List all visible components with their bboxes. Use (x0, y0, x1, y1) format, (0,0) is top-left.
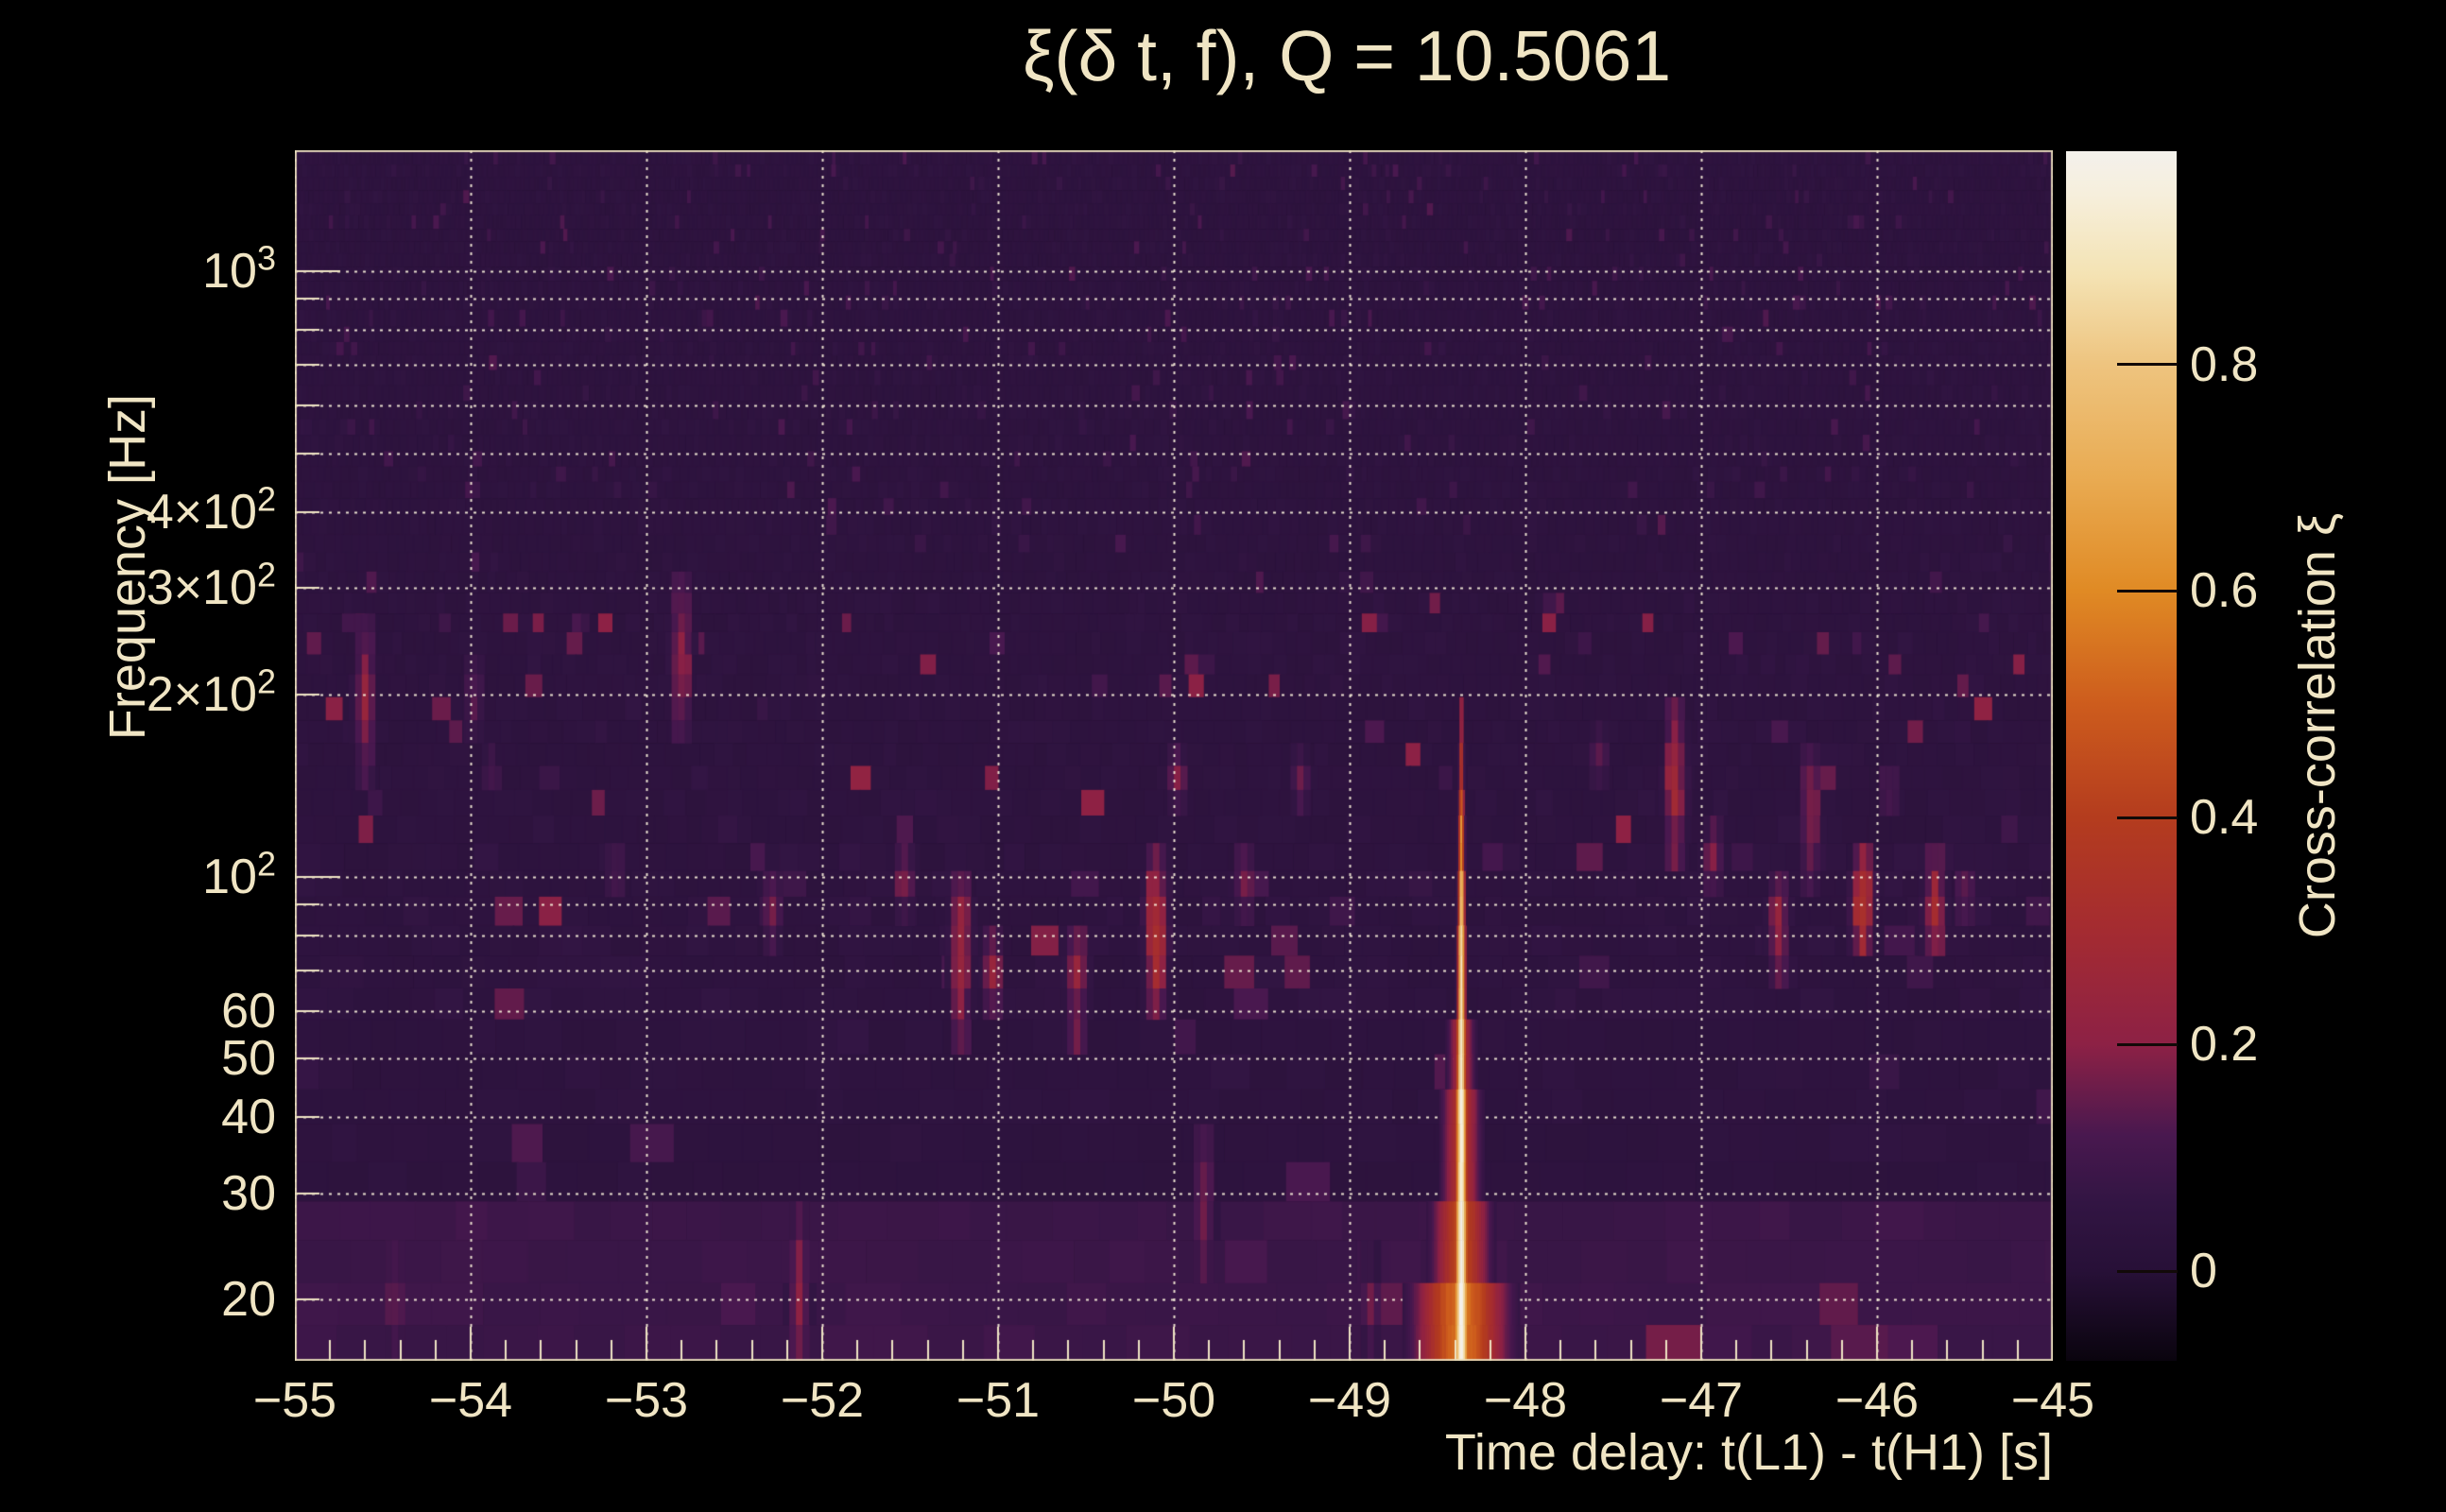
x-tick-label: −49 (1307, 1373, 1392, 1428)
heatmap-canvas (295, 150, 2053, 1361)
x-axis-title: Time delay: t(L1) - t(H1) [s] (1444, 1424, 2053, 1481)
y-tick-label: 20 (221, 1272, 276, 1328)
x-tick-label: −53 (604, 1373, 689, 1428)
x-tick-label: −55 (252, 1373, 337, 1428)
colorbar-tick-label: 0.4 (2190, 790, 2259, 846)
figure-root: ξ(δ t, f), Q = 10.5061 103 4×102 3×102 2×10… (0, 0, 2446, 1512)
y-tick-label: 50 (221, 1031, 276, 1087)
x-tick-label: −50 (1131, 1373, 1216, 1428)
colorbar-tick-mark (2117, 589, 2178, 593)
y-tick-label: 102 (202, 844, 276, 904)
colorbar-gradient (2066, 151, 2177, 1361)
y-tick-label: 103 (202, 238, 276, 300)
x-tick-label: −52 (780, 1373, 865, 1428)
x-tick-label: −46 (1834, 1373, 1920, 1428)
colorbar-tick-label: 0 (2190, 1244, 2217, 1299)
x-tick-label: −45 (2010, 1373, 2095, 1428)
colorbar-tick-label: 0.6 (2190, 563, 2259, 619)
colorbar-tick-mark (2117, 1042, 2178, 1046)
colorbar-tick-mark (2117, 363, 2178, 367)
y-tick-label: 30 (221, 1165, 276, 1221)
colorbar-tick-mark (2117, 1269, 2178, 1273)
chart-title: ξ(δ t, f), Q = 10.5061 (1022, 16, 1672, 95)
x-tick-label: −51 (956, 1373, 1041, 1428)
colorbar-tick-mark (2117, 816, 2178, 819)
y-tick-label: 40 (221, 1090, 276, 1145)
colorbar-tick-label: 0.2 (2190, 1017, 2259, 1073)
colorbar-title: Cross-correlation ξ (2289, 512, 2346, 939)
y-axis-title: Frequency [Hz] (99, 393, 156, 741)
x-tick-label: −54 (428, 1373, 513, 1428)
colorbar-tick-label: 0.8 (2190, 336, 2259, 392)
x-tick-label: −47 (1659, 1373, 1744, 1428)
x-tick-label: −48 (1483, 1373, 1568, 1428)
